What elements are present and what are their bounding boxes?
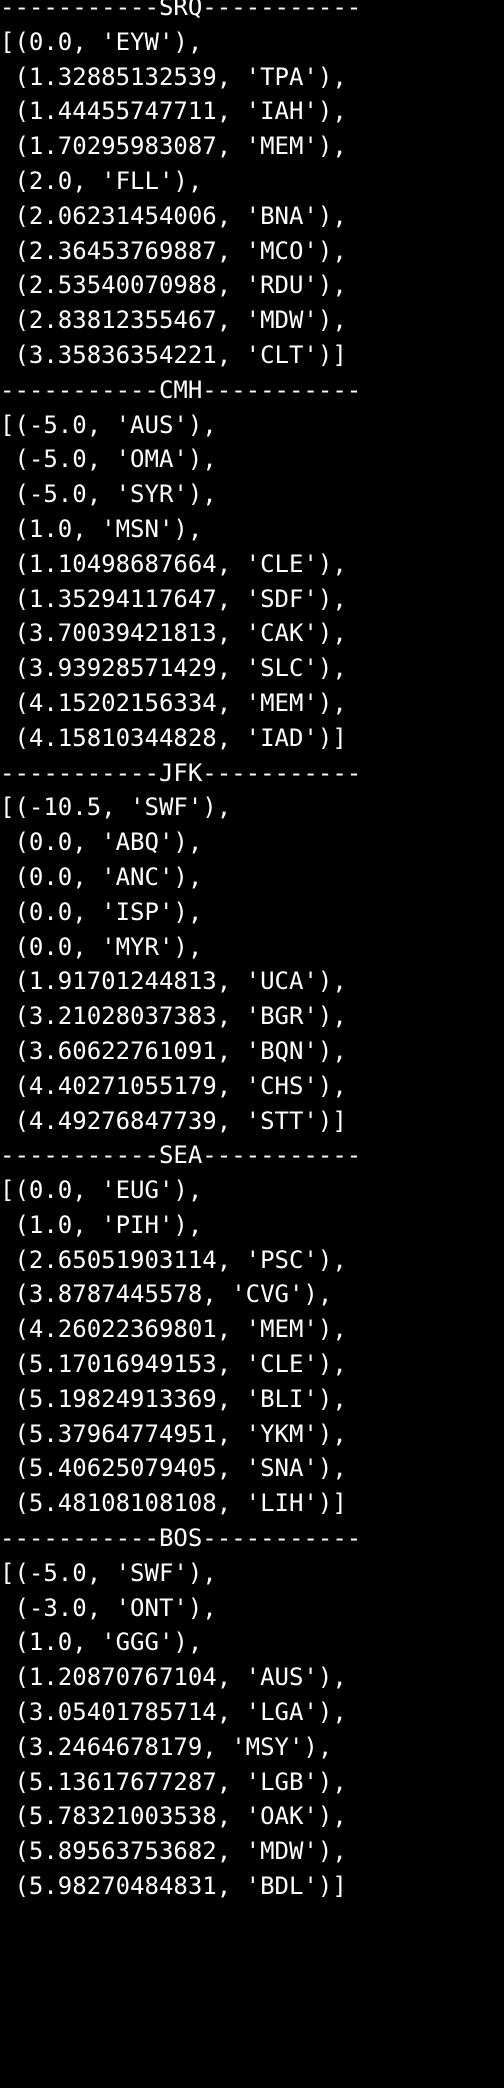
terminal-line: (1.0, 'MSN'),	[0, 514, 203, 543]
terminal-line: [(0.0, 'EUG'),	[0, 1176, 203, 1205]
terminal-line: (1.44455747711, 'IAH'),	[0, 97, 347, 126]
terminal-line: (3.35836354221, 'CLT')]	[0, 340, 347, 369]
terminal-line: (1.0, 'GGG'),	[0, 1628, 203, 1657]
terminal-line: (2.0, 'FLL'),	[0, 166, 203, 195]
terminal-line: (-5.0, 'SYR'),	[0, 480, 217, 509]
terminal-line: (4.15202156334, 'MEM'),	[0, 688, 347, 717]
terminal-line: (5.19824913369, 'BLI'),	[0, 1384, 347, 1413]
terminal-line: (5.37964774951, 'YKM'),	[0, 1419, 347, 1448]
terminal-line: (5.40625079405, 'SNA'),	[0, 1454, 347, 1483]
terminal-line: (1.10498687664, 'CLE'),	[0, 549, 347, 578]
terminal-line: (1.0, 'PIH'),	[0, 1210, 203, 1239]
terminal-line: (4.40271055179, 'CHS'),	[0, 1071, 347, 1100]
terminal-line: -----------BOS-----------	[0, 1524, 362, 1553]
terminal-line: (-3.0, 'ONT'),	[0, 1593, 217, 1622]
terminal-line: (1.20870767104, 'AUS'),	[0, 1663, 347, 1692]
terminal-line: (3.60622761091, 'BQN'),	[0, 1036, 347, 1065]
terminal-line: (3.21028037383, 'BGR'),	[0, 1002, 347, 1031]
terminal-line: [(-5.0, 'AUS'),	[0, 410, 217, 439]
terminal-line: (1.91701244813, 'UCA'),	[0, 967, 347, 996]
terminal-line: (2.83812355467, 'MDW'),	[0, 306, 347, 335]
terminal-line: -----------SRQ-----------	[0, 0, 362, 21]
terminal-line: (3.2464678179, 'MSY'),	[0, 1732, 333, 1761]
terminal-line: (0.0, 'ANC'),	[0, 862, 203, 891]
terminal-line: (3.05401785714, 'LGA'),	[0, 1698, 347, 1727]
terminal-line: (3.70039421813, 'CAK'),	[0, 619, 347, 648]
terminal-line: (5.78321003538, 'OAK'),	[0, 1802, 347, 1831]
terminal-line: [(-5.0, 'SWF'),	[0, 1558, 217, 1587]
terminal-line: (-5.0, 'OMA'),	[0, 445, 217, 474]
terminal-line: (4.26022369801, 'MEM'),	[0, 1315, 347, 1344]
terminal-line: -----------SEA-----------	[0, 1141, 362, 1170]
terminal-line: (5.17016949153, 'CLE'),	[0, 1350, 347, 1379]
terminal-line: (0.0, 'ISP'),	[0, 897, 203, 926]
terminal-line: (5.13617677287, 'LGB'),	[0, 1767, 347, 1796]
terminal-line: (1.32885132539, 'TPA'),	[0, 62, 347, 91]
terminal-line: -----------CMH-----------	[0, 375, 362, 404]
terminal-line: (3.93928571429, 'SLC'),	[0, 654, 347, 683]
terminal-line: (2.06231454006, 'BNA'),	[0, 201, 347, 230]
terminal-line: (5.89563753682, 'MDW'),	[0, 1837, 347, 1866]
terminal-line: (0.0, 'ABQ'),	[0, 828, 203, 857]
terminal-line: (1.70295983087, 'MEM'),	[0, 132, 347, 161]
terminal-line: (2.53540070988, 'RDU'),	[0, 271, 347, 300]
terminal-line: (4.15810344828, 'IAD')]	[0, 723, 347, 752]
terminal-line: (4.49276847739, 'STT')]	[0, 1106, 347, 1135]
terminal-line: (2.36453769887, 'MCO'),	[0, 236, 347, 265]
terminal-line: (5.98270484831, 'BDL')]	[0, 1872, 347, 1901]
terminal-line: (1.35294117647, 'SDF'),	[0, 584, 347, 613]
terminal-line: (2.65051903114, 'PSC'),	[0, 1245, 347, 1274]
terminal-line: (0.0, 'MYR'),	[0, 932, 203, 961]
terminal-line: -----------JFK-----------	[0, 758, 362, 787]
terminal-output: -----------SRQ----------- [(0.0, 'EYW'), …	[0, 0, 504, 1904]
terminal-line: [(-10.5, 'SWF'),	[0, 793, 232, 822]
terminal-line: (3.8787445578, 'CVG'),	[0, 1280, 333, 1309]
terminal-line: [(0.0, 'EYW'),	[0, 27, 203, 56]
terminal-line: (5.48108108108, 'LIH')]	[0, 1489, 347, 1518]
